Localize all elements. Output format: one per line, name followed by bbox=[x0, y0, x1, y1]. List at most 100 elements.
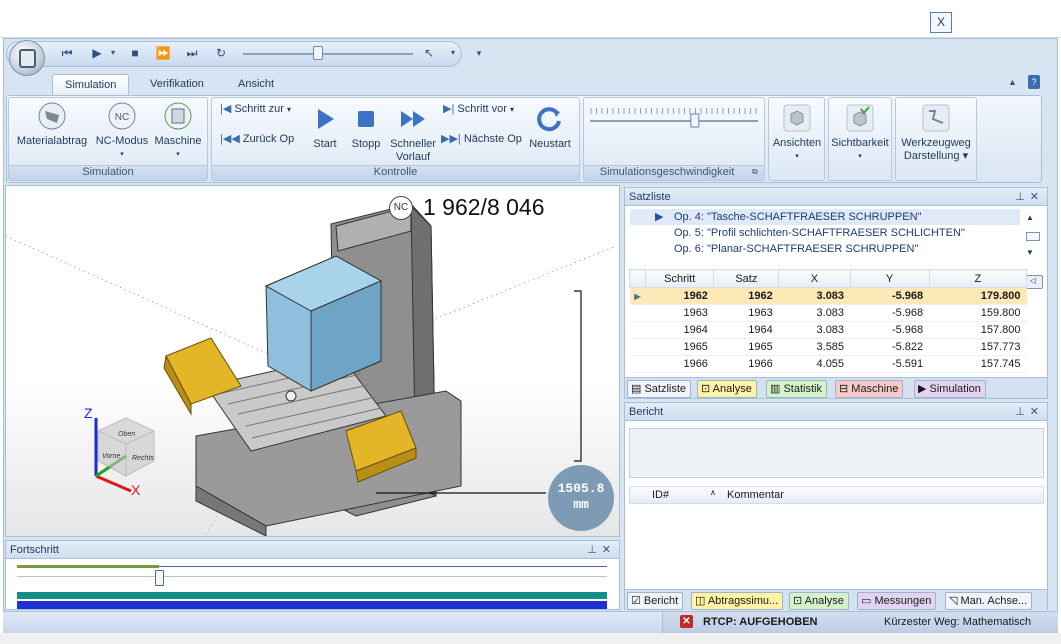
tab-statistik[interactable]: ▥ Statistik bbox=[766, 380, 827, 398]
table-cell: -5.968 bbox=[850, 321, 930, 339]
simulation-speed-slider[interactable] bbox=[588, 104, 760, 130]
close-window-button[interactable]: X bbox=[930, 12, 952, 33]
tab-bericht[interactable]: ☑ Bericht bbox=[627, 592, 684, 610]
row-indicator bbox=[629, 321, 646, 339]
naechste-op-button[interactable]: ▶▶| Nächste Op bbox=[441, 133, 522, 146]
nc-modus-label: NC-Modus bbox=[95, 135, 149, 147]
cube-top-label: Oben bbox=[118, 431, 135, 438]
materialabtrag-button[interactable]: Materialabtrag bbox=[12, 101, 92, 148]
operation-list[interactable]: ▶ Op. 4: "Tasche-SCHAFTFRAESER SCHRUPPEN… bbox=[630, 209, 1020, 261]
application-menu-button[interactable] bbox=[9, 40, 45, 76]
timeline-divider bbox=[17, 576, 607, 577]
scroll-up-icon[interactable]: ▲ bbox=[1026, 213, 1034, 222]
slider-ticks bbox=[590, 108, 757, 114]
werkzeugweg-darstellung-button[interactable]: Werkzeugweg Darstellung ▾ bbox=[896, 103, 976, 163]
scroll-thumb[interactable] bbox=[1026, 232, 1040, 241]
table-cell: 1964 bbox=[645, 321, 714, 339]
column-header[interactable]: ID# bbox=[652, 489, 669, 501]
close-icon[interactable]: ✕ bbox=[1030, 403, 1039, 421]
help-icon[interactable]: ? bbox=[1028, 75, 1040, 89]
sichtbarkeit-button[interactable]: Sichtbarkeit ▾ bbox=[829, 103, 891, 163]
sichtbarkeit-label: Sichtbarkeit bbox=[831, 137, 889, 149]
table-row[interactable]: 1966 1966 4.055 -5.591 157.745 bbox=[629, 355, 1027, 373]
chevron-down-icon[interactable]: ▾ bbox=[108, 44, 118, 62]
scroll-down-icon[interactable]: ▼ bbox=[1026, 248, 1034, 257]
speed-slider-thumb[interactable] bbox=[313, 46, 323, 60]
table-row[interactable]: 1964 1964 3.083 -5.968 157.800 bbox=[629, 321, 1027, 339]
tab-abtragssimulation[interactable]: ◫ Abtragssimu... bbox=[691, 592, 784, 610]
machine-model: Z X Oben Vorne Rechts bbox=[6, 203, 617, 536]
pin-icon[interactable]: ⊥ bbox=[1015, 188, 1025, 206]
tab-analyse-bericht[interactable]: ⊡ Analyse bbox=[789, 592, 849, 610]
nc-modus-button[interactable]: NC NC-Modus ▾ bbox=[94, 101, 150, 161]
close-icon[interactable]: ✕ bbox=[1030, 188, 1039, 206]
list-item[interactable]: ▶ Op. 4: "Tasche-SCHAFTFRAESER SCHRUPPEN… bbox=[630, 209, 1020, 225]
tab-simulation-panel[interactable]: ▶ Simulation bbox=[914, 380, 986, 398]
table-cell: 1962 bbox=[645, 287, 714, 305]
start-button[interactable]: Start bbox=[308, 104, 342, 151]
collapse-ribbon-icon[interactable]: ▲ bbox=[1008, 77, 1017, 87]
schritt-vor-button[interactable]: ▶| Schritt vor ▾ bbox=[443, 103, 514, 116]
cursor-icon[interactable]: ↖ bbox=[420, 44, 438, 62]
stop-icon bbox=[358, 111, 374, 127]
tab-man-achse[interactable]: ◹ Man. Achse... bbox=[945, 592, 1033, 610]
chevron-down-icon[interactable]: ▾ bbox=[444, 44, 462, 62]
fast-forward-icon[interactable]: ⏩ bbox=[154, 44, 172, 62]
tab-verifikation[interactable]: Verifikation bbox=[138, 74, 216, 96]
visibility-icon bbox=[846, 104, 874, 132]
chevron-down-icon: ▾ bbox=[858, 153, 862, 160]
schritt-zur-button[interactable]: |◀ Schritt zur ▾ bbox=[220, 103, 291, 116]
column-header[interactable]: Kommentar bbox=[727, 489, 784, 501]
ansichten-button[interactable]: Ansichten ▾ bbox=[770, 103, 824, 163]
play-icon: ▶ bbox=[918, 383, 930, 395]
tab-messungen[interactable]: ▭ Messungen bbox=[857, 592, 937, 610]
tab-satzliste[interactable]: ▤ Satzliste bbox=[627, 380, 692, 398]
table-row[interactable]: ▶ 1962 1962 3.083 -5.968 179.800 bbox=[629, 287, 1027, 305]
column-header[interactable]: X bbox=[778, 269, 851, 288]
stop-icon[interactable]: ■ bbox=[126, 44, 144, 62]
skip-to-start-icon[interactable]: ⏮ bbox=[58, 44, 76, 62]
play-icon[interactable]: ▶ bbox=[88, 44, 106, 62]
table-cell: 3.083 bbox=[778, 304, 851, 322]
timeline-progress bbox=[17, 565, 159, 568]
pin-icon[interactable]: ⊥ bbox=[587, 541, 597, 559]
ansichten-label: Ansichten bbox=[772, 137, 822, 149]
fortschritt-title: Fortschritt bbox=[10, 544, 59, 556]
speed-slider-thumb[interactable] bbox=[690, 113, 700, 128]
zurueck-op-button[interactable]: |◀◀ Zurück Op bbox=[220, 133, 294, 146]
satz-table[interactable]: Schritt Satz X Y Z ▶ 1962 1962 3.083 -5.968 1… bbox=[629, 269, 1028, 373]
table-row[interactable]: 1965 1965 3.585 -5.822 157.773 bbox=[629, 338, 1027, 356]
views-cube-icon bbox=[783, 104, 811, 132]
skip-to-end-icon[interactable]: ⏭ bbox=[183, 44, 201, 62]
table-cell: 1963 bbox=[713, 304, 779, 322]
column-header[interactable]: Schritt bbox=[644, 269, 715, 288]
tab-simulation[interactable]: Simulation bbox=[52, 74, 130, 96]
list-item[interactable]: Op. 6: "Planar-SCHAFTFRAESER SCHRUPPEN" bbox=[630, 241, 1020, 257]
close-icon[interactable]: ✕ bbox=[602, 541, 611, 559]
next-op-icon: ▶▶| bbox=[441, 133, 461, 145]
tab-analyse[interactable]: ⊡ Analyse bbox=[697, 380, 757, 398]
timeline-thumb[interactable] bbox=[154, 570, 164, 586]
column-header[interactable]: Satz bbox=[713, 269, 780, 288]
column-header[interactable]: Y bbox=[849, 269, 930, 288]
tab-maschine[interactable]: ⊟ Maschine bbox=[835, 380, 904, 398]
pin-icon[interactable]: ⊥ bbox=[1015, 403, 1025, 421]
tab-ansicht[interactable]: Ansicht bbox=[226, 74, 286, 96]
table-row[interactable]: 1963 1963 3.083 -5.968 159.800 bbox=[629, 304, 1027, 322]
schneller-vorlauf-button[interactable]: Schneller Vorlauf bbox=[387, 104, 439, 164]
schneller-label: Schneller bbox=[390, 138, 436, 150]
column-header[interactable]: Z bbox=[928, 269, 1028, 288]
machine-icon bbox=[164, 102, 192, 130]
neustart-button[interactable]: Neustart bbox=[524, 104, 576, 151]
list-item[interactable]: Op. 5: "Profil schlichten-SCHAFTFRAESER … bbox=[630, 225, 1020, 241]
speed-slider-track[interactable] bbox=[243, 53, 413, 55]
table-cell: 159.800 bbox=[929, 304, 1027, 322]
stopp-button[interactable]: Stopp bbox=[348, 104, 384, 151]
step-back-icon: |◀ bbox=[220, 103, 232, 115]
customize-toolbar-icon[interactable]: ▾ bbox=[470, 44, 488, 62]
dialog-launcher-icon[interactable]: ⧉ bbox=[752, 167, 758, 177]
bericht-tabs: ☑ Bericht ◫ Abtragssimu... ⊡ Analyse ▭ M… bbox=[625, 589, 1047, 610]
maschine-button[interactable]: Maschine ▾ bbox=[151, 101, 205, 161]
rewind-icon[interactable]: ↻ bbox=[212, 44, 230, 62]
z-axis-label: Z bbox=[84, 405, 93, 421]
